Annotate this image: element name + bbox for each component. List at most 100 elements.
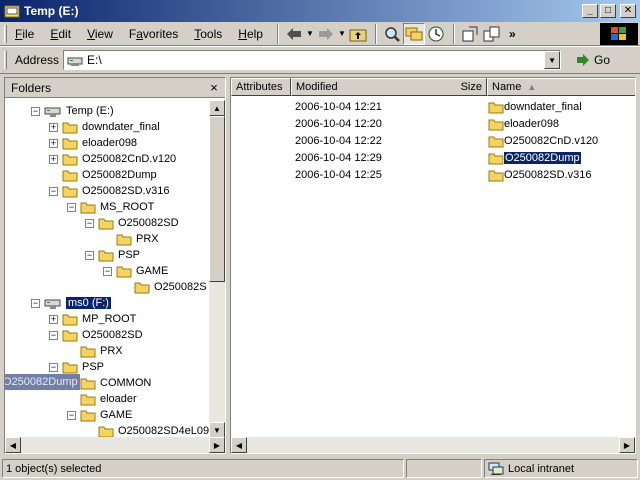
- collapse-toggle-icon[interactable]: −: [31, 298, 40, 308]
- column-name-label: Name: [492, 81, 522, 93]
- tree-item[interactable]: − PSP: [85, 247, 140, 263]
- folders-button[interactable]: [402, 22, 425, 45]
- collapse-toggle-icon[interactable]: −: [67, 410, 76, 420]
- file-row[interactable]: 2006-10-04 12:21 downdater_final: [231, 99, 631, 115]
- back-button[interactable]: [283, 23, 305, 45]
- expand-toggle-icon[interactable]: +: [49, 314, 58, 324]
- folder-icon: [62, 362, 78, 373]
- forward-dropdown-icon[interactable]: ▼: [337, 29, 347, 38]
- menu-file[interactable]: File: [7, 27, 42, 41]
- tree-item-label: eloader: [100, 393, 137, 405]
- history-button[interactable]: [425, 23, 447, 45]
- tree-item-label: ms0 (F:): [66, 297, 111, 309]
- menu-edit[interactable]: Edit: [42, 27, 79, 41]
- tree-item[interactable]: − O250082SD: [85, 215, 179, 231]
- maximize-button[interactable]: □: [600, 4, 616, 18]
- file-scroll-right-button[interactable]: ▶: [619, 437, 635, 453]
- scroll-down-button[interactable]: ▼: [209, 422, 225, 438]
- tree-item[interactable]: + MP_ROOT: [49, 311, 136, 327]
- file-list-horizontal-scrollbar[interactable]: ◀ ▶: [231, 437, 635, 453]
- address-dropdown-button[interactable]: ▼: [544, 51, 561, 69]
- minimize-button[interactable]: _: [582, 4, 598, 18]
- file-modified: 2006-10-04 12:22: [295, 135, 382, 147]
- folders-close-icon[interactable]: ×: [207, 80, 221, 95]
- close-button[interactable]: ✕: [620, 4, 636, 18]
- file-row[interactable]: 2006-10-04 12:25 O250082SD.v316: [231, 167, 631, 183]
- scroll-right-button[interactable]: ▶: [209, 437, 225, 453]
- file-name-cell: downdater_final: [488, 101, 582, 114]
- expand-toggle-icon[interactable]: +: [49, 122, 58, 132]
- folders-pane: Folders × − Temp (E:) + downdater_final + elo…: [4, 77, 226, 454]
- address-grip[interactable]: [4, 51, 7, 69]
- expand-toggle-icon[interactable]: +: [49, 154, 58, 164]
- folders-horizontal-scrollbar[interactable]: ◀ ▶: [5, 437, 225, 453]
- tree-item[interactable]: − O250082SD.v316: [49, 183, 169, 199]
- tree-item[interactable]: − MS_ROOT: [67, 199, 154, 215]
- collapse-toggle-icon[interactable]: −: [49, 362, 58, 372]
- tree-item[interactable]: O250082SD4eL09: [85, 423, 209, 438]
- go-button[interactable]: Go: [575, 53, 610, 67]
- menu-tools[interactable]: Tools: [186, 27, 230, 41]
- tree-item[interactable]: PRX: [103, 231, 159, 247]
- go-label: Go: [594, 53, 611, 67]
- tree-item[interactable]: − GAME: [67, 407, 132, 423]
- menu-favorites[interactable]: Favorites: [121, 27, 186, 41]
- file-modified: 2006-10-04 12:25: [295, 169, 382, 181]
- file-row[interactable]: 2006-10-04 12:22 O250082CnD.v120: [231, 133, 631, 149]
- tree-item[interactable]: − ms0 (F:): [31, 295, 111, 311]
- tree-item[interactable]: − PSP: [49, 359, 104, 375]
- column-attributes[interactable]: Attributes: [231, 78, 291, 96]
- tree-item[interactable]: + downdater_final: [49, 119, 160, 135]
- folder-icon: [488, 136, 504, 147]
- collapse-toggle-icon[interactable]: −: [85, 218, 94, 228]
- tree-item[interactable]: − GAME: [103, 263, 168, 279]
- toolbar-more-chevron-icon[interactable]: »: [509, 27, 516, 41]
- tree-item[interactable]: eloader: [67, 391, 137, 407]
- drive-icon: [67, 57, 83, 66]
- folders-vertical-scrollbar[interactable]: ▲ ▼: [209, 100, 225, 438]
- sort-ascending-icon: ▲: [527, 82, 537, 92]
- column-modified[interactable]: Modified Size: [291, 78, 487, 96]
- toolbar-separator-3: [452, 23, 455, 44]
- collapse-toggle-icon[interactable]: −: [103, 266, 112, 276]
- tree-item-label: MP_ROOT: [82, 313, 137, 325]
- menu-view[interactable]: View: [79, 27, 121, 41]
- column-size-label: Size: [460, 81, 482, 93]
- toolbar-separator: [276, 23, 279, 44]
- tree-item[interactable]: O250082Dump: [49, 167, 157, 183]
- copy-to-button[interactable]: [481, 23, 503, 45]
- back-dropdown-icon[interactable]: ▼: [305, 29, 315, 38]
- scroll-thumb[interactable]: [209, 116, 225, 282]
- tree-item[interactable]: PRX: [67, 343, 123, 359]
- collapse-toggle-icon[interactable]: −: [31, 106, 40, 116]
- tree-item[interactable]: O250082S: [121, 279, 207, 295]
- scroll-left-button[interactable]: ◀: [5, 437, 21, 453]
- tree-item[interactable]: + O250082CnD.v120: [49, 151, 176, 167]
- collapse-toggle-icon[interactable]: −: [85, 250, 94, 260]
- folder-icon: [98, 426, 114, 437]
- forward-button[interactable]: [315, 23, 337, 45]
- tree-item[interactable]: COMMON: [67, 375, 151, 391]
- up-button[interactable]: [347, 23, 369, 45]
- tree-item[interactable]: − Temp (E:): [31, 103, 114, 119]
- scroll-up-button[interactable]: ▲: [209, 100, 225, 116]
- column-name[interactable]: Name ▲: [487, 78, 635, 96]
- address-input[interactable]: E:\ ▼: [63, 50, 562, 70]
- file-name-cell: eloader098: [488, 118, 559, 131]
- tree-item-label: O250082SD: [82, 329, 143, 341]
- toolbar-separator-2: [374, 23, 377, 44]
- back-arrow-icon: [286, 27, 301, 40]
- move-to-button[interactable]: [459, 23, 481, 45]
- expand-toggle-icon[interactable]: +: [49, 138, 58, 148]
- file-scroll-left-button[interactable]: ◀: [231, 437, 247, 453]
- file-row[interactable]: 2006-10-04 12:20 eloader098: [231, 116, 631, 132]
- search-button[interactable]: [381, 23, 403, 45]
- tree-item-label: eloader098: [82, 137, 138, 149]
- collapse-toggle-icon[interactable]: −: [67, 202, 76, 212]
- tree-item[interactable]: + eloader098: [49, 135, 137, 151]
- file-row[interactable]: 2006-10-04 12:29 O250082Dump: [231, 150, 631, 166]
- collapse-toggle-icon[interactable]: −: [49, 330, 58, 340]
- tree-item[interactable]: − O250082SD: [49, 327, 143, 343]
- menu-help[interactable]: Help: [230, 27, 271, 41]
- collapse-toggle-icon[interactable]: −: [49, 186, 58, 196]
